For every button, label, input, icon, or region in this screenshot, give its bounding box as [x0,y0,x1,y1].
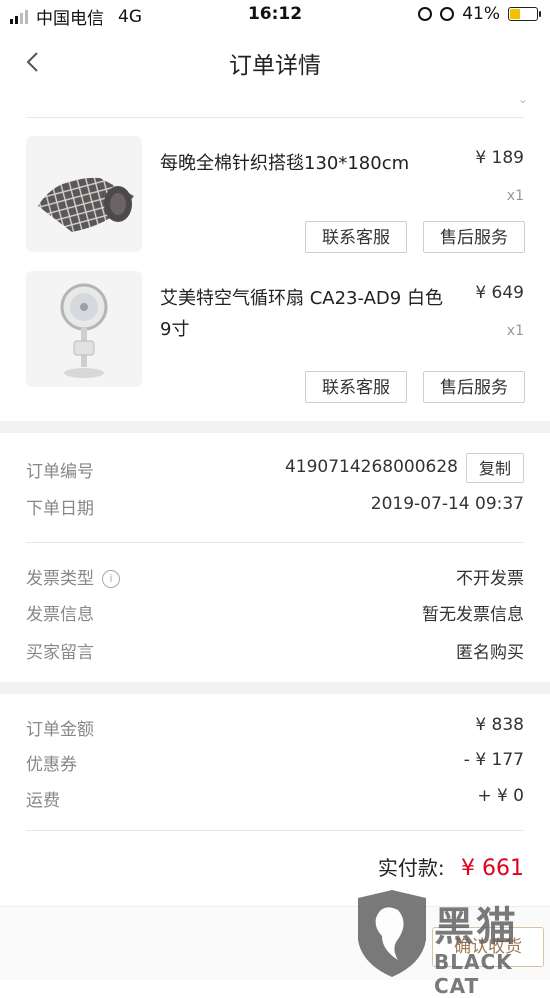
shipping-row: 运费 + ¥ 0 [26,782,524,812]
contact-service-button[interactable]: 联系客服 [305,371,407,403]
product-price: ¥ 649 [475,283,524,303]
black-cat-shield-icon [358,890,426,977]
product-quantity: x1 [506,188,524,204]
battery-percent: 41% [462,4,500,24]
invoice-type-label-wrap: 发票类型 i [26,564,120,589]
after-sales-button[interactable]: 售后服务 [423,221,525,253]
buyer-message-label: 买家留言 [26,643,94,663]
product-price: ¥ 189 [475,148,524,168]
divider [26,542,524,543]
paid-value: ¥ 661 [461,856,524,881]
section-gap [0,682,550,694]
divider [26,830,524,831]
info-icon[interactable]: i [102,570,120,588]
fan-image [60,283,108,378]
invoice-type-label: 发票类型 [26,569,94,589]
copy-button[interactable]: 复制 [466,453,524,483]
battery-icon [508,7,541,21]
paid-label: 实付款: [377,856,445,880]
watermark-text: 黑猫 [434,904,518,950]
order-total-row: 订单金额 ¥ 838 [26,711,524,741]
paid-amount: 实付款: ¥ 661 [378,852,524,881]
order-number-row: 订单编号 4190714268000628 复制 [26,453,524,483]
contact-service-button[interactable]: 联系客服 [305,221,407,253]
coupon-value: - ¥ 177 [463,750,524,770]
coupon-label: 优惠券 [26,755,77,775]
page-title: 订单详情 [229,53,321,79]
invoice-info-label: 发票信息 [26,605,94,625]
order-total-label: 订单金额 [26,720,94,740]
order-total-value: ¥ 838 [475,715,524,735]
order-number-label: 订单编号 [26,462,94,482]
invoice-info-value: 暂无发票信息 [422,605,524,625]
status-bar: 中国电信 4G 16:12 41% [0,0,550,32]
alarm-icon [440,7,455,21]
rotation-lock-icon [418,7,433,21]
product-item[interactable]: 每晚全棉针织搭毯130*180cm ¥ 189 x1 联系客服 售后服务 [0,136,550,266]
scroll-tick-icon: ⌄ [517,92,528,106]
invoice-type-value: 不开发票 [456,569,524,589]
product-quantity: x1 [506,323,524,339]
divider [26,117,524,118]
product-item[interactable]: 艾美特空气循环扇 CA23-AD9 白色9寸 ¥ 649 x1 联系客服 售后服… [0,271,550,403]
order-date-row: 下单日期 2019-07-14 09:37 [26,490,524,520]
product-thumbnail[interactable] [26,271,142,387]
blanket-image [38,177,134,232]
watermark-subtext: BLACK CAT [434,950,513,998]
product-name[interactable]: 每晚全棉针织搭毯130*180cm [160,148,445,179]
shipping-label: 运费 [26,791,60,811]
scroll-edge: ⌄ [0,90,550,118]
section-gap [0,421,550,433]
order-date-label: 下单日期 [26,499,94,519]
buyer-message-value: 匿名购买 [456,643,524,663]
product-thumbnail[interactable] [26,136,142,252]
invoice-info-row: 发票信息 暂无发票信息 [26,596,524,626]
product-name[interactable]: 艾美特空气循环扇 CA23-AD9 白色9寸 [160,283,445,345]
order-number-value: 4190714268000628 [284,457,458,477]
coupon-row: 优惠券 - ¥ 177 [26,746,524,776]
black-cat-watermark: 黑猫 BLACK CAT [352,888,550,998]
after-sales-button[interactable]: 售后服务 [423,371,525,403]
battery-fill [510,9,521,19]
buyer-message-row: 买家留言 匿名购买 [26,634,524,664]
status-right: 41% [418,4,541,24]
order-date-value: 2019-07-14 09:37 [370,494,524,514]
nav-bar: 订单详情 [0,32,550,90]
invoice-type-row: 发票类型 i 不开发票 [26,560,524,590]
shipping-value: + ¥ 0 [477,786,524,806]
